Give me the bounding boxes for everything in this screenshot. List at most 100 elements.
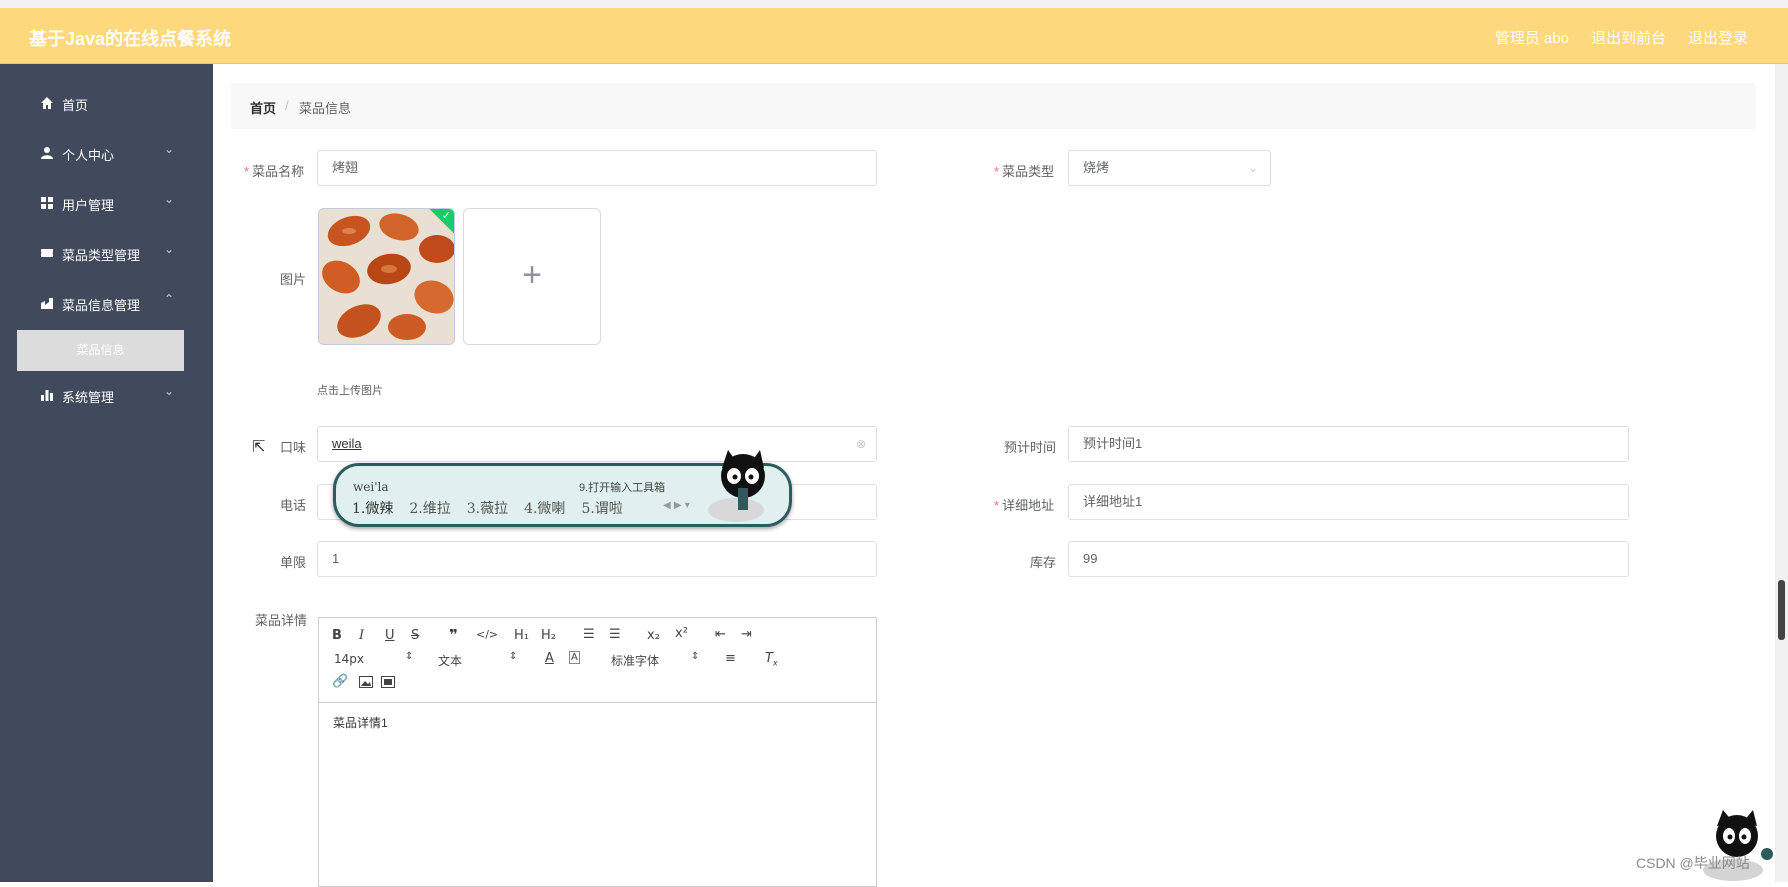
updown-arrow-icon: ⇕ — [405, 651, 414, 662]
breadcrumb-current: 菜品信息 — [299, 101, 352, 116]
font-family-select[interactable]: 标准字体 — [611, 652, 659, 669]
limit-input[interactable]: 1 — [317, 541, 877, 577]
ime-candidate[interactable]: 4.微喇 — [524, 498, 565, 518]
sidebar-item-label: 菜品类型管理 — [62, 248, 141, 263]
sidebar-item-home[interactable]: 首页 — [0, 78, 213, 128]
chevron-down-icon: ⌄ — [164, 242, 175, 256]
italic-icon[interactable]: I — [359, 628, 364, 643]
taste-input-value: weila — [332, 436, 362, 451]
page-scrollbar[interactable] — [1775, 64, 1788, 882]
background-color-icon[interactable]: A — [569, 651, 580, 664]
phone-label: 电话 — [280, 498, 307, 513]
clear-format-icon[interactable]: Tx — [765, 651, 778, 668]
header-select[interactable]: 文本 — [438, 652, 462, 669]
upload-hint: 点击上传图片 — [317, 385, 383, 397]
ime-page-arrows-icon[interactable]: ◀ ▶ ▾ — [663, 500, 690, 511]
limit-label: 单限 — [280, 555, 307, 570]
rich-text-editor: B I U S ❞ </> H₁ H₂ ☰ ☰ x₂ x² ⇤ ⇥ 14px ⇕… — [318, 617, 877, 887]
blockquote-icon[interactable]: ❞ — [449, 626, 458, 644]
superscript-icon[interactable]: x² — [675, 626, 688, 641]
chevron-up-icon: ⌃ — [164, 292, 175, 306]
sidebar-item-system[interactable]: 系统管理 ⌄ — [0, 370, 213, 420]
subscript-icon[interactable]: x₂ — [647, 628, 660, 643]
window-top-strip — [0, 0, 1788, 8]
ime-candidates: 1.微辣 2.维拉 3.薇拉 4.微喇 5.谓啦 — [352, 498, 623, 518]
chevron-down-icon: ⌄ — [1247, 161, 1258, 175]
header-2-icon[interactable]: H₂ — [541, 628, 556, 643]
video-icon[interactable] — [381, 676, 395, 688]
sidebar-subitem-dish-info[interactable]: 菜品信息 — [17, 330, 184, 371]
image-label: 图片 — [280, 272, 307, 287]
bullet-list-icon[interactable]: ☰ — [609, 627, 621, 642]
check-icon: ✓ — [441, 210, 451, 222]
breadcrumb: 首页 / 菜品信息 — [231, 83, 1756, 129]
sidebar-item-users[interactable]: 用户管理 ⌄ — [0, 178, 213, 228]
breadcrumb-separator: / — [285, 98, 289, 113]
to-front-link[interactable]: 退出到前台 — [1591, 27, 1666, 48]
sidebar-item-label: 系统管理 — [62, 390, 115, 405]
taste-input[interactable]: weila ⊗ — [317, 426, 877, 462]
breadcrumb-home[interactable]: 首页 — [250, 98, 276, 117]
detail-label: 菜品详情 — [255, 613, 308, 628]
ime-toolbox-hint[interactable]: 9.打开输入工具箱 — [579, 479, 665, 495]
mouse-cursor-icon: ⇱ — [252, 439, 266, 456]
sidebar-item-label: 菜品信息管理 — [62, 298, 141, 313]
font-size-select[interactable]: 14px — [334, 652, 364, 666]
bold-icon[interactable]: B — [332, 628, 342, 643]
font-color-icon[interactable]: A — [545, 651, 554, 666]
stock-label: 库存 — [1030, 555, 1057, 570]
sidebar: 首页 个人中心 ⌄ 用户管理 ⌄ 菜品类型管理 ⌄ 菜品信息管理 ⌃ 菜品信息 … — [0, 64, 213, 882]
outdent-icon[interactable]: ⇤ — [715, 627, 726, 642]
code-block-icon[interactable]: </> — [476, 628, 498, 641]
top-header: 基于Java的在线点餐系统 管理员 abo 退出到前台 退出登录 — [0, 8, 1788, 64]
chevron-down-icon: ⌄ — [164, 142, 175, 156]
clear-icon[interactable]: ⊗ — [856, 427, 866, 461]
ime-pinyin: wei'la — [353, 480, 389, 494]
ordered-list-icon[interactable]: ☰ — [583, 627, 595, 642]
grid-icon — [41, 197, 53, 209]
chicken-wings-image — [319, 209, 454, 344]
ime-candidate[interactable]: 1.微辣 — [352, 498, 393, 518]
sidebar-item-label: 用户管理 — [62, 198, 115, 213]
align-icon[interactable]: ≡ — [725, 651, 736, 666]
scrollbar-thumb[interactable] — [1778, 580, 1785, 640]
sidebar-item-profile[interactable]: 个人中心 ⌄ — [0, 128, 213, 178]
eta-input[interactable]: 预计时间1 — [1068, 426, 1629, 462]
dish-name-input[interactable]: 烤翅 — [317, 150, 877, 186]
strike-icon[interactable]: S — [411, 628, 419, 643]
sidebar-item-label: 首页 — [62, 98, 89, 113]
dish-type-select[interactable]: 烧烤 ⌄ — [1068, 150, 1271, 186]
taste-label: 口味 — [280, 440, 307, 455]
user-icon — [41, 147, 53, 159]
plus-icon: + — [522, 256, 542, 294]
cat-mascot-icon — [708, 450, 765, 522]
ticket-icon — [41, 249, 53, 257]
editor-content[interactable]: 菜品详情1 — [333, 714, 388, 731]
type-label: * 菜品类型 — [994, 164, 1055, 179]
ime-candidate-popup: wei'la 9.打开输入工具箱 1.微辣 2.维拉 3.薇拉 4.微喇 5.谓… — [333, 450, 792, 527]
admin-user-link[interactable]: 管理员 abo — [1495, 27, 1569, 48]
sidebar-item-dish-info[interactable]: 菜品信息管理 ⌃ — [0, 278, 213, 328]
image-icon[interactable] — [359, 676, 373, 688]
upload-image-button[interactable]: + — [463, 208, 601, 345]
chevron-down-icon: ⌄ — [164, 192, 175, 206]
home-icon — [41, 97, 53, 109]
updown-arrow-icon: ⇕ — [691, 651, 700, 662]
dish-type-value: 烧烤 — [1083, 160, 1110, 175]
ime-candidate[interactable]: 3.薇拉 — [467, 498, 508, 518]
logout-link[interactable]: 退出登录 — [1688, 27, 1748, 48]
link-icon[interactable]: 🔗 — [332, 674, 348, 689]
address-input[interactable]: 详细地址1 — [1068, 484, 1629, 520]
ime-candidate[interactable]: 5.谓啦 — [581, 498, 622, 518]
updown-arrow-icon: ⇕ — [509, 651, 518, 662]
underline-icon[interactable]: U — [385, 628, 395, 643]
watermark: CSDN @毕业网站 — [1636, 855, 1750, 871]
chevron-down-icon: ⌄ — [164, 384, 175, 398]
indent-icon[interactable]: ⇥ — [741, 627, 752, 642]
ime-candidate[interactable]: 2.维拉 — [409, 498, 450, 518]
stock-input[interactable]: 99 — [1068, 541, 1629, 577]
uploaded-image-thumbnail[interactable]: ✓ — [318, 208, 455, 345]
sidebar-item-dish-types[interactable]: 菜品类型管理 ⌄ — [0, 228, 213, 278]
header-1-icon[interactable]: H₁ — [514, 628, 529, 643]
eta-label: 预计时间 — [1004, 440, 1057, 455]
